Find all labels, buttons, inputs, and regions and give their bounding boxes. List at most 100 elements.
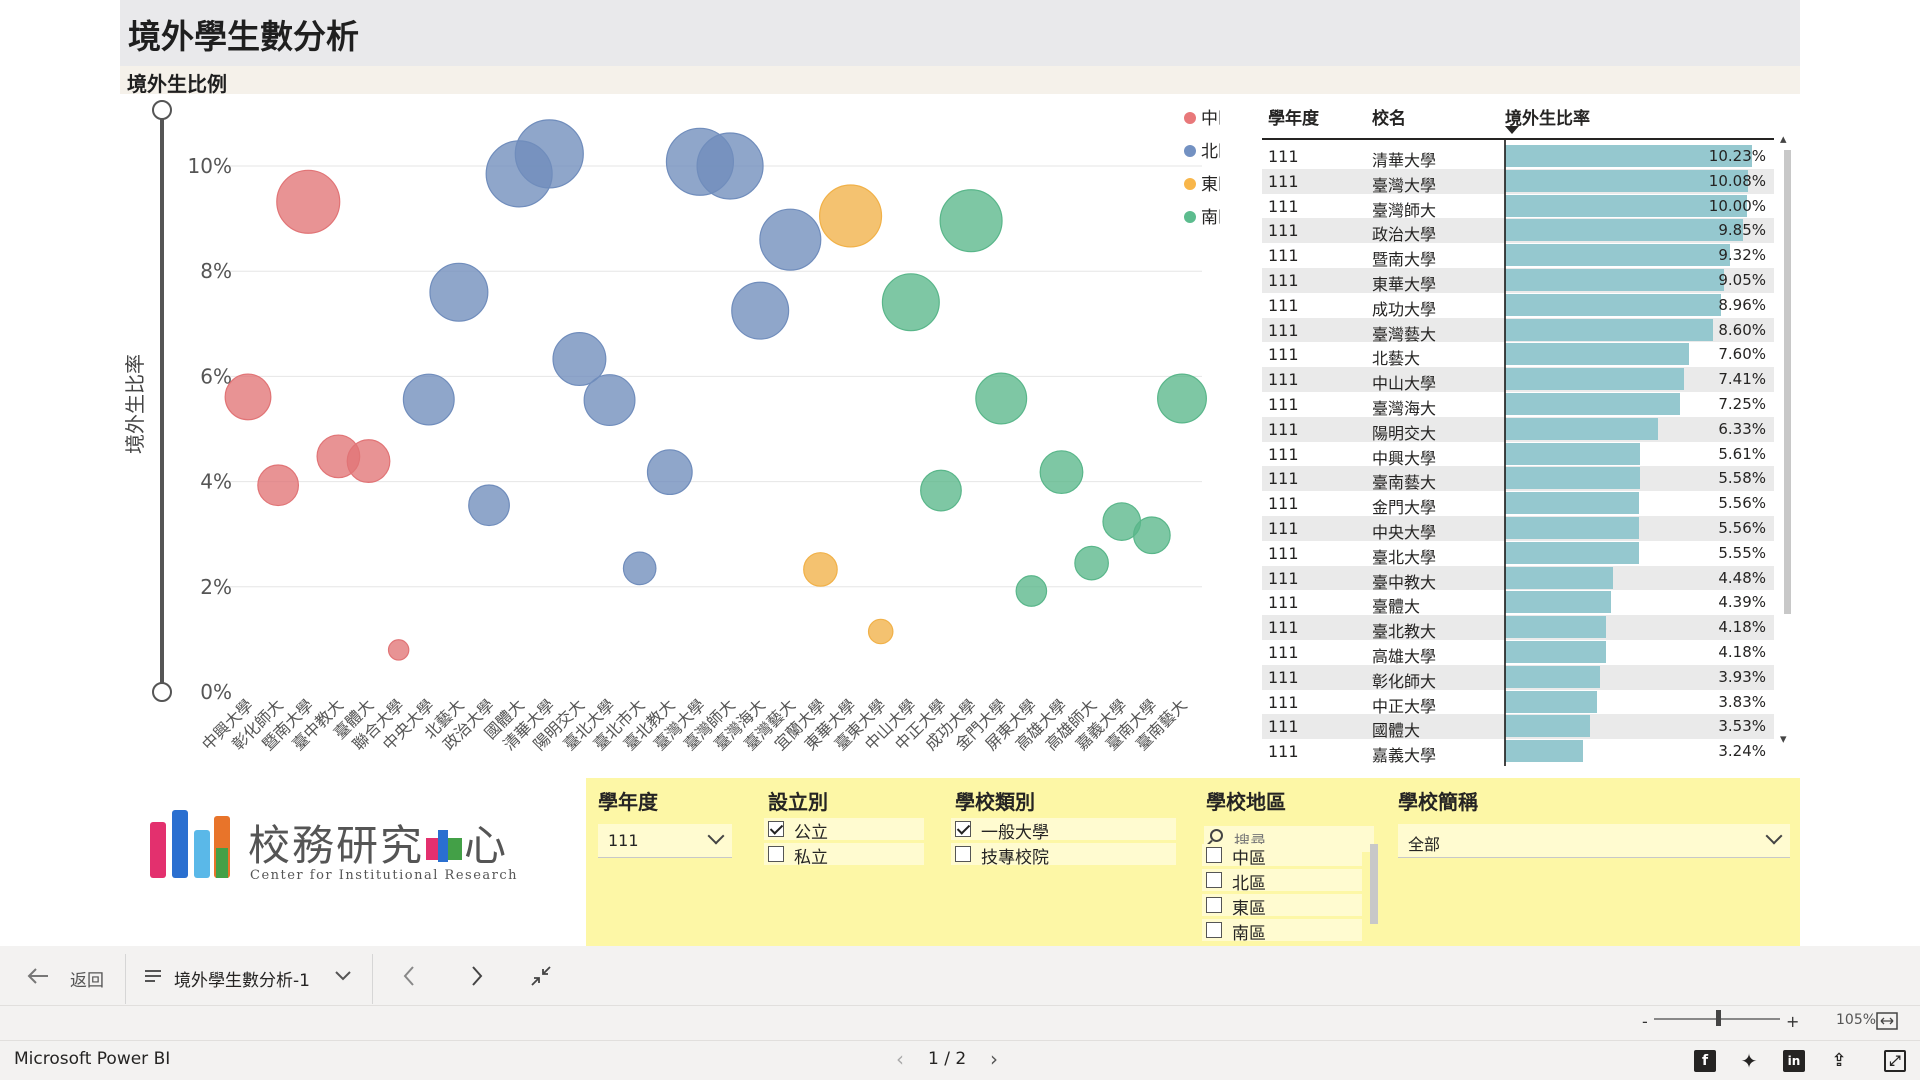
data-bubble[interactable]	[939, 189, 1003, 253]
data-bubble[interactable]	[1039, 450, 1084, 495]
scatter-chart-svg[interactable]: 0%2%4%6%8%10%境外生比率中興大學彰化師大暨南大學臺中教大臺體大聯合大…	[120, 94, 1220, 766]
table-row[interactable]: 111 臺北大學 5.55%	[1262, 541, 1774, 567]
table-row[interactable]: 111 陽明交大 6.33%	[1262, 416, 1774, 443]
data-bubble[interactable]	[276, 169, 341, 234]
header-year[interactable]: 學年度	[1268, 104, 1319, 129]
data-bubble[interactable]	[1157, 373, 1207, 424]
data-bubble[interactable]	[1015, 575, 1048, 607]
legend-label[interactable]: 南區	[1201, 208, 1220, 228]
back-button[interactable]: 返回	[26, 946, 116, 1006]
fullscreen-icon[interactable]: ⤢	[1884, 1050, 1906, 1072]
checkbox-icon[interactable]	[1206, 872, 1222, 888]
data-bubble[interactable]	[881, 273, 940, 332]
zoom-slider-handle[interactable]	[1716, 1010, 1721, 1026]
table-row[interactable]: 111 臺灣大學 10.08%	[1262, 168, 1774, 195]
data-bubble[interactable]	[1133, 516, 1171, 555]
facebook-icon[interactable]: f	[1694, 1050, 1716, 1072]
y-range-slider-top-handle[interactable]	[152, 100, 172, 120]
checkbox-icon[interactable]	[955, 846, 971, 862]
data-bubble[interactable]	[819, 184, 883, 248]
legend-label[interactable]: 東區	[1201, 175, 1220, 195]
power-bi-brand[interactable]: Microsoft Power BI	[14, 1049, 170, 1069]
previous-page-button[interactable]	[398, 946, 422, 1006]
checkbox-icon[interactable]	[1206, 922, 1222, 938]
type-option[interactable]: 公立	[768, 818, 928, 843]
linkedin-icon[interactable]: in	[1783, 1050, 1805, 1072]
table-row[interactable]: 111 高雄大學 4.18%	[1262, 640, 1774, 666]
table-row[interactable]: 111 中正大學 3.83%	[1262, 690, 1774, 716]
table-row[interactable]: 111 成功大學 8.96%	[1262, 293, 1774, 319]
data-bubble[interactable]	[759, 208, 822, 271]
checkbox-icon[interactable]	[768, 846, 784, 862]
data-bubble[interactable]	[920, 469, 962, 512]
scroll-up-icon[interactable]: ▴	[1780, 132, 1787, 147]
next-report-page-icon[interactable]: ›	[990, 1047, 998, 1071]
table-row[interactable]: 111 中興大學 5.61%	[1262, 442, 1774, 468]
data-bubble[interactable]	[731, 281, 790, 340]
data-bubble[interactable]	[975, 372, 1028, 425]
table-row[interactable]: 111 臺灣藝大 8.60%	[1262, 317, 1774, 344]
table-row[interactable]: 111 中央大學 5.56%	[1262, 516, 1774, 542]
type-option[interactable]: 私立	[768, 843, 928, 868]
legend-label[interactable]: 中區	[1201, 109, 1220, 129]
ratio-table[interactable]: 學年度 校名 境外生比率 111 清華大學 10.23% 111 臺灣大學 10.08% 1…	[1260, 100, 1800, 766]
data-bubble[interactable]	[468, 484, 510, 527]
data-bubble[interactable]	[803, 552, 838, 587]
data-bubble[interactable]	[583, 374, 636, 427]
region-option[interactable]: 北區	[1206, 869, 1366, 894]
data-bubble[interactable]	[402, 373, 455, 426]
table-row[interactable]: 111 中山大學 7.41%	[1262, 367, 1774, 393]
next-page-button[interactable]	[466, 946, 490, 1006]
previous-report-page-icon[interactable]: ‹	[896, 1047, 904, 1071]
year-dropdown[interactable]: 111	[598, 824, 732, 858]
table-row[interactable]: 111 臺北教大 4.18%	[1262, 615, 1774, 641]
fit-to-page-button[interactable]	[528, 946, 554, 1006]
data-bubble[interactable]	[1074, 545, 1109, 581]
checkbox-icon[interactable]	[1206, 897, 1222, 913]
data-bubble[interactable]	[622, 551, 657, 586]
legend-label[interactable]: 北區	[1201, 142, 1220, 162]
data-bubble[interactable]	[387, 639, 410, 661]
category-option[interactable]: 一般大學	[955, 818, 1180, 843]
table-scrollbar[interactable]: ▴ ▾	[1780, 132, 1792, 747]
data-bubble[interactable]	[429, 262, 489, 322]
checkbox-icon[interactable]	[1206, 847, 1222, 863]
region-option[interactable]: 中區	[1206, 844, 1366, 869]
page-selector[interactable]: 境外學生數分析-1	[144, 946, 358, 1006]
data-bubble[interactable]	[646, 449, 693, 496]
table-row[interactable]: 111 北藝大 7.60%	[1262, 342, 1774, 368]
fit-to-width-icon[interactable]	[1876, 1012, 1898, 1030]
table-row[interactable]: 111 嘉義大學 3.24%	[1262, 739, 1774, 765]
table-row[interactable]: 111 金門大學 5.56%	[1262, 491, 1774, 517]
table-row[interactable]: 111 臺體大 4.39%	[1262, 590, 1774, 616]
data-bubble[interactable]	[224, 373, 272, 421]
zoom-out-button[interactable]: -	[1642, 1012, 1648, 1031]
data-bubble[interactable]	[867, 618, 894, 645]
table-row[interactable]: 111 國體大 3.53%	[1262, 714, 1774, 740]
data-bubble[interactable]	[696, 132, 764, 200]
table-row[interactable]: 111 臺南藝大 5.58%	[1262, 466, 1774, 492]
scroll-down-icon[interactable]: ▾	[1780, 732, 1787, 747]
table-row[interactable]: 111 臺中教大 4.48%	[1262, 565, 1774, 592]
data-bubble[interactable]	[346, 439, 391, 483]
data-bubble[interactable]	[257, 464, 300, 507]
header-school[interactable]: 校名	[1372, 104, 1406, 129]
region-option[interactable]: 東區	[1206, 894, 1366, 919]
checkbox-icon[interactable]	[955, 821, 971, 837]
checkbox-icon[interactable]	[768, 821, 784, 837]
category-option[interactable]: 技專校院	[955, 843, 1180, 868]
sort-desc-icon[interactable]	[1505, 126, 1519, 134]
table-row[interactable]: 111 東華大學 9.05%	[1262, 268, 1774, 294]
zoom-in-button[interactable]: +	[1786, 1012, 1799, 1031]
table-row[interactable]: 111 政治大學 9.85%	[1262, 218, 1774, 244]
region-scrollbar[interactable]	[1370, 844, 1378, 924]
twitter-icon[interactable]: ✦	[1738, 1050, 1760, 1072]
share-icon[interactable]: ⇪	[1828, 1050, 1850, 1072]
scatter-chart[interactable]: 0% 2% 4% 6% 8% 10% 境外生比率 中興大學 彰化師大 暨南大學 臺中教大 臺體大 聯合大…	[120, 94, 1220, 766]
table-row[interactable]: 111 清華大學 10.23%	[1262, 144, 1774, 170]
table-row[interactable]: 111 臺灣師大 10.00%	[1262, 194, 1774, 220]
table-row[interactable]: 111 臺灣海大 7.25%	[1262, 392, 1774, 418]
table-row[interactable]: 111 暨南大學 9.32%	[1262, 243, 1774, 269]
table-row[interactable]: 111 彰化師大 3.93%	[1262, 664, 1774, 691]
region-option[interactable]: 南區	[1206, 919, 1366, 944]
